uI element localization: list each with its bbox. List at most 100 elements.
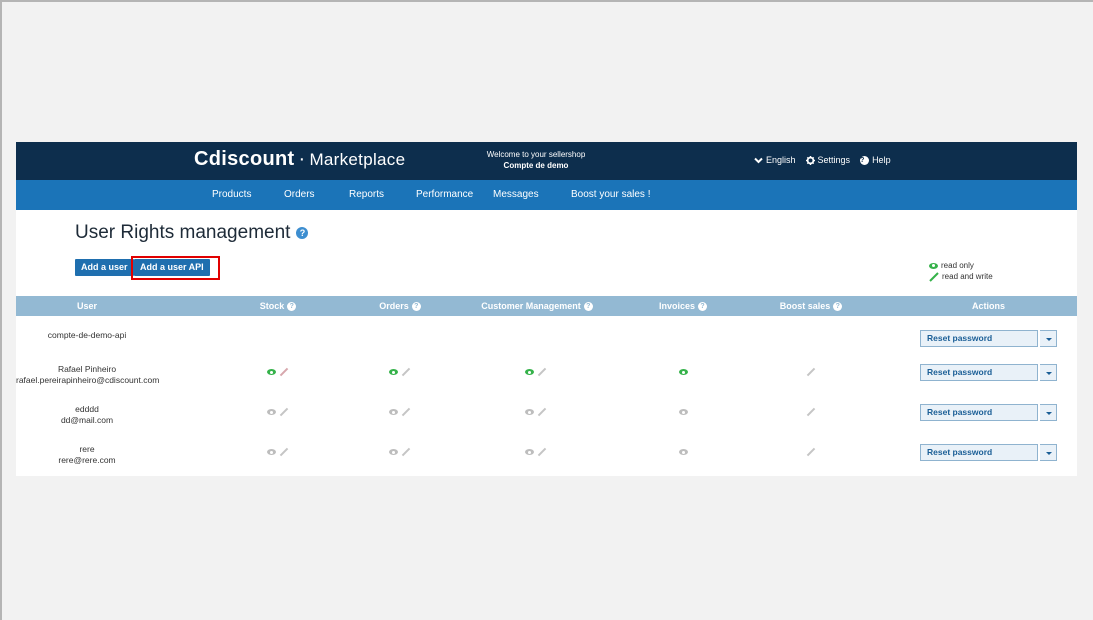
add-user-button[interactable]: Add a user [75,259,134,276]
eye-icon[interactable] [525,409,534,415]
invoices-rights[interactable] [638,407,728,417]
pencil-icon[interactable] [279,447,289,457]
col-actions-label: Actions [971,301,1005,311]
user-email: dd@mail.com [60,415,114,425]
pencil-icon[interactable] [401,407,411,417]
language-label: English [766,155,796,165]
question-circle-icon[interactable]: ? [411,301,421,311]
pencil-icon[interactable] [537,367,547,377]
legend-read-write: read and write [929,271,993,282]
logo-separator: · [298,148,306,170]
boost-rights[interactable] [761,447,861,457]
user-cell: Rafael Pinheiro rafael.pereirapinheiro@c… [16,364,159,386]
pencil-icon[interactable] [279,367,289,377]
eye-icon[interactable] [389,449,398,455]
stock-rights[interactable] [233,367,323,377]
pencil-icon[interactable] [537,407,547,417]
eye-icon[interactable] [389,409,398,415]
rights-legend: read only read and write [929,260,993,282]
orders-rights[interactable] [355,407,445,417]
language-selector[interactable]: English [754,155,796,165]
eye-icon[interactable] [267,369,276,375]
user-email: rere@rere.com [58,455,116,465]
nav-products[interactable]: Products [212,189,251,200]
customer-rights[interactable] [491,407,581,417]
help-label: Help [872,155,891,165]
nav-performance[interactable]: Performance [416,189,473,200]
eye-icon[interactable] [267,409,276,415]
shop-name: Compte de demo [503,161,569,170]
question-circle-icon[interactable]: ? [833,301,843,311]
eye-icon[interactable] [525,449,534,455]
col-boost-sales: Boost sales? [761,301,861,311]
eye-icon[interactable] [678,409,688,415]
table-row: edddd dd@mail.com Reset password [16,402,1077,442]
reset-password-button[interactable]: Reset password [920,330,1038,347]
pencil-icon[interactable] [401,447,411,457]
eye-icon[interactable] [678,369,688,375]
user-name: edddd [75,404,99,414]
stock-rights[interactable] [233,447,323,457]
boost-rights[interactable] [761,407,861,417]
highlight-box [131,256,220,280]
welcome-block: Welcome to your sellershop Compte de dem… [471,149,601,171]
logo-brand: Cdiscount [194,148,295,170]
reset-password-button[interactable]: Reset password [920,364,1038,381]
eye-icon[interactable] [525,369,534,375]
reset-password-dropdown[interactable]: Reset password [920,364,1057,381]
help-link[interactable]: ? Help [860,155,891,165]
nav-reports[interactable]: Reports [349,189,384,200]
col-invoices: Invoices? [638,301,728,311]
pencil-icon[interactable] [537,447,547,457]
pencil-icon[interactable] [806,407,816,417]
eye-icon[interactable] [389,369,398,375]
user-name: Rafael Pinheiro [57,364,117,374]
stock-rights[interactable] [233,407,323,417]
settings-label: Settings [817,155,851,165]
nav-orders[interactable]: Orders [284,189,315,200]
caret-down-icon[interactable] [1040,330,1057,347]
eye-icon[interactable] [678,449,688,455]
top-header: Cdiscount · Marketplace Welcome to your se… [16,142,1077,180]
customer-rights[interactable] [491,447,581,457]
pencil-icon[interactable] [806,447,816,457]
cdiscount-logo[interactable]: Cdiscount · Marketplace [194,148,405,171]
caret-down-icon[interactable] [1040,444,1057,461]
question-circle-icon[interactable]: ? [698,301,708,311]
question-circle-icon[interactable]: ? [296,227,309,239]
col-stock-label: Stock [259,301,285,311]
invoices-rights[interactable] [638,447,728,457]
question-circle-icon[interactable]: ? [583,301,593,311]
question-circle-icon[interactable]: ? [287,301,297,311]
table-row: Rafael Pinheiro rafael.pereirapinheiro@c… [16,362,1077,402]
settings-link[interactable]: Settings [805,155,851,165]
legend-read-only: read only [929,260,993,271]
pencil-icon[interactable] [279,407,289,417]
reset-password-dropdown[interactable]: Reset password [920,404,1057,421]
col-user: User [16,301,158,311]
pencil-icon[interactable] [401,367,411,377]
orders-rights[interactable] [355,367,445,377]
reset-password-button[interactable]: Reset password [920,404,1038,421]
col-customer-management: Customer Management? [473,301,601,311]
col-boost-label: Boost sales [779,301,831,311]
boost-rights[interactable] [761,367,861,377]
user-cell: edddd dd@mail.com [16,404,158,426]
reset-password-button[interactable]: Reset password [920,444,1038,461]
reset-password-dropdown[interactable]: Reset password [920,330,1057,347]
page-title: User Rights management ? [75,222,309,244]
nav-messages[interactable]: Messages [493,189,539,200]
pencil-icon [929,271,939,282]
eye-icon[interactable] [267,449,276,455]
user-cell: compte-de-demo-api [16,330,158,341]
reset-password-dropdown[interactable]: Reset password [920,444,1057,461]
pencil-icon[interactable] [806,367,816,377]
invoices-rights[interactable] [638,367,728,377]
caret-down-icon[interactable] [1040,364,1057,381]
logo-product: Marketplace [309,150,406,169]
caret-down-icon[interactable] [1040,404,1057,421]
col-stock: Stock? [233,301,323,311]
customer-rights[interactable] [491,367,581,377]
orders-rights[interactable] [355,447,445,457]
nav-boost-sales[interactable]: Boost your sales ! [571,189,650,200]
